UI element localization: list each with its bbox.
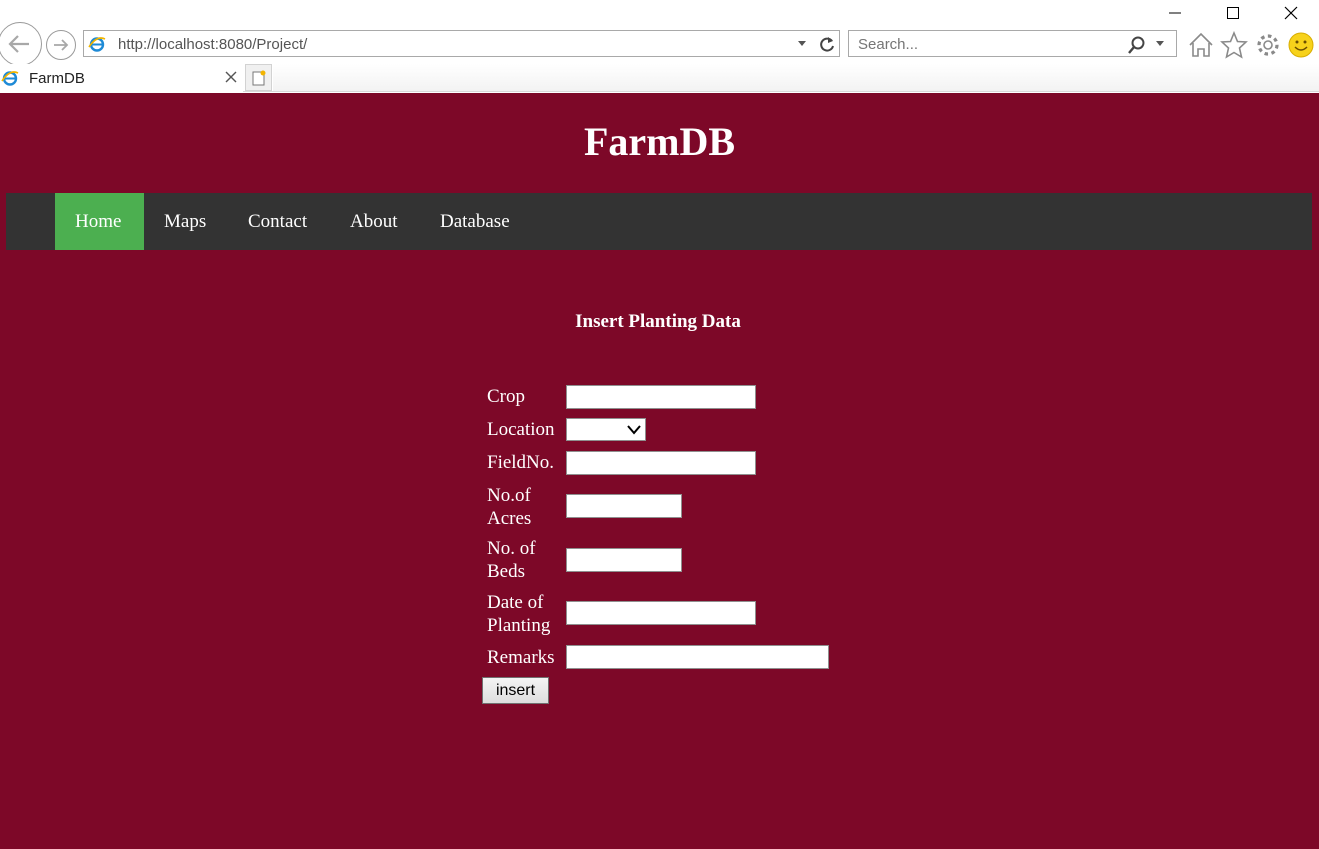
form-title: Insert Planting Data [575, 311, 741, 332]
tab-strip-divider [243, 91, 1319, 92]
forward-arrow-icon [54, 39, 69, 51]
beds-label-line2: Beds [487, 561, 525, 582]
forward-button[interactable] [46, 30, 76, 60]
new-tab-button[interactable] [245, 64, 272, 91]
remarks-label: Remarks [487, 647, 555, 668]
back-arrow-icon [8, 35, 29, 53]
nav-item-database[interactable]: Database [420, 193, 530, 250]
nav-item-contact[interactable]: Contact [228, 193, 327, 250]
maximize-button[interactable] [1210, 2, 1256, 26]
site-title: FarmDB [583, 119, 736, 164]
gear-icon[interactable] [1254, 31, 1282, 59]
acres-label-line1: No.of [487, 485, 531, 506]
back-button[interactable] [0, 22, 42, 66]
acres-label-line2: Acres [487, 508, 532, 529]
crop-input[interactable] [566, 385, 756, 409]
remarks-input[interactable] [566, 645, 829, 669]
address-input[interactable] [118, 36, 778, 53]
minimize-button[interactable] [1152, 2, 1198, 26]
tab-strip-background [273, 64, 1319, 92]
ie-logo-icon [1, 71, 19, 86]
close-window-button[interactable] [1268, 2, 1314, 26]
acres-label: No.of Acres [487, 484, 531, 530]
planting-date-input[interactable] [566, 601, 756, 625]
refresh-icon[interactable] [817, 34, 837, 54]
planting-date-label-line2: Planting [487, 615, 551, 636]
location-select[interactable] [566, 418, 646, 441]
nav-item-maps[interactable]: Maps [144, 193, 226, 250]
nav-item-about[interactable]: About [330, 193, 418, 250]
acres-input[interactable] [566, 494, 682, 518]
close-icon[interactable] [224, 70, 238, 84]
beds-label-line1: No. of [487, 538, 536, 559]
close-icon [1284, 6, 1298, 20]
new-tab-icon [252, 70, 266, 86]
search-icon[interactable] [1127, 35, 1147, 55]
insert-button[interactable]: insert [482, 677, 549, 704]
beds-input[interactable] [566, 548, 682, 572]
browser-chrome: FarmDB [0, 0, 1319, 93]
planting-date-label: Date of Planting [487, 591, 550, 637]
location-label: Location [487, 419, 555, 440]
crop-label: Crop [487, 386, 525, 407]
chevron-down-icon [627, 425, 641, 435]
planting-date-label-line1: Date of [487, 592, 544, 613]
chevron-down-icon[interactable] [796, 37, 808, 49]
tab-farmdb[interactable]: FarmDB [0, 64, 243, 93]
field-no-label: FieldNo. [487, 452, 555, 473]
ie-logo-icon [88, 37, 106, 52]
tab-title: FarmDB [29, 70, 85, 87]
address-bar[interactable] [83, 30, 840, 57]
minimize-icon [1169, 12, 1181, 14]
search-input[interactable] [858, 36, 1108, 53]
smiley-icon[interactable] [1287, 31, 1315, 59]
chevron-down-icon[interactable] [1154, 37, 1166, 49]
maximize-icon [1227, 7, 1239, 19]
home-icon[interactable] [1187, 31, 1215, 59]
main-navbar: Home Maps Contact About Database [6, 193, 1312, 250]
star-icon[interactable] [1220, 31, 1248, 59]
beds-label: No. of Beds [487, 537, 536, 583]
search-box[interactable] [848, 30, 1177, 57]
nav-item-home[interactable]: Home [55, 193, 144, 250]
field-no-input[interactable] [566, 451, 756, 475]
